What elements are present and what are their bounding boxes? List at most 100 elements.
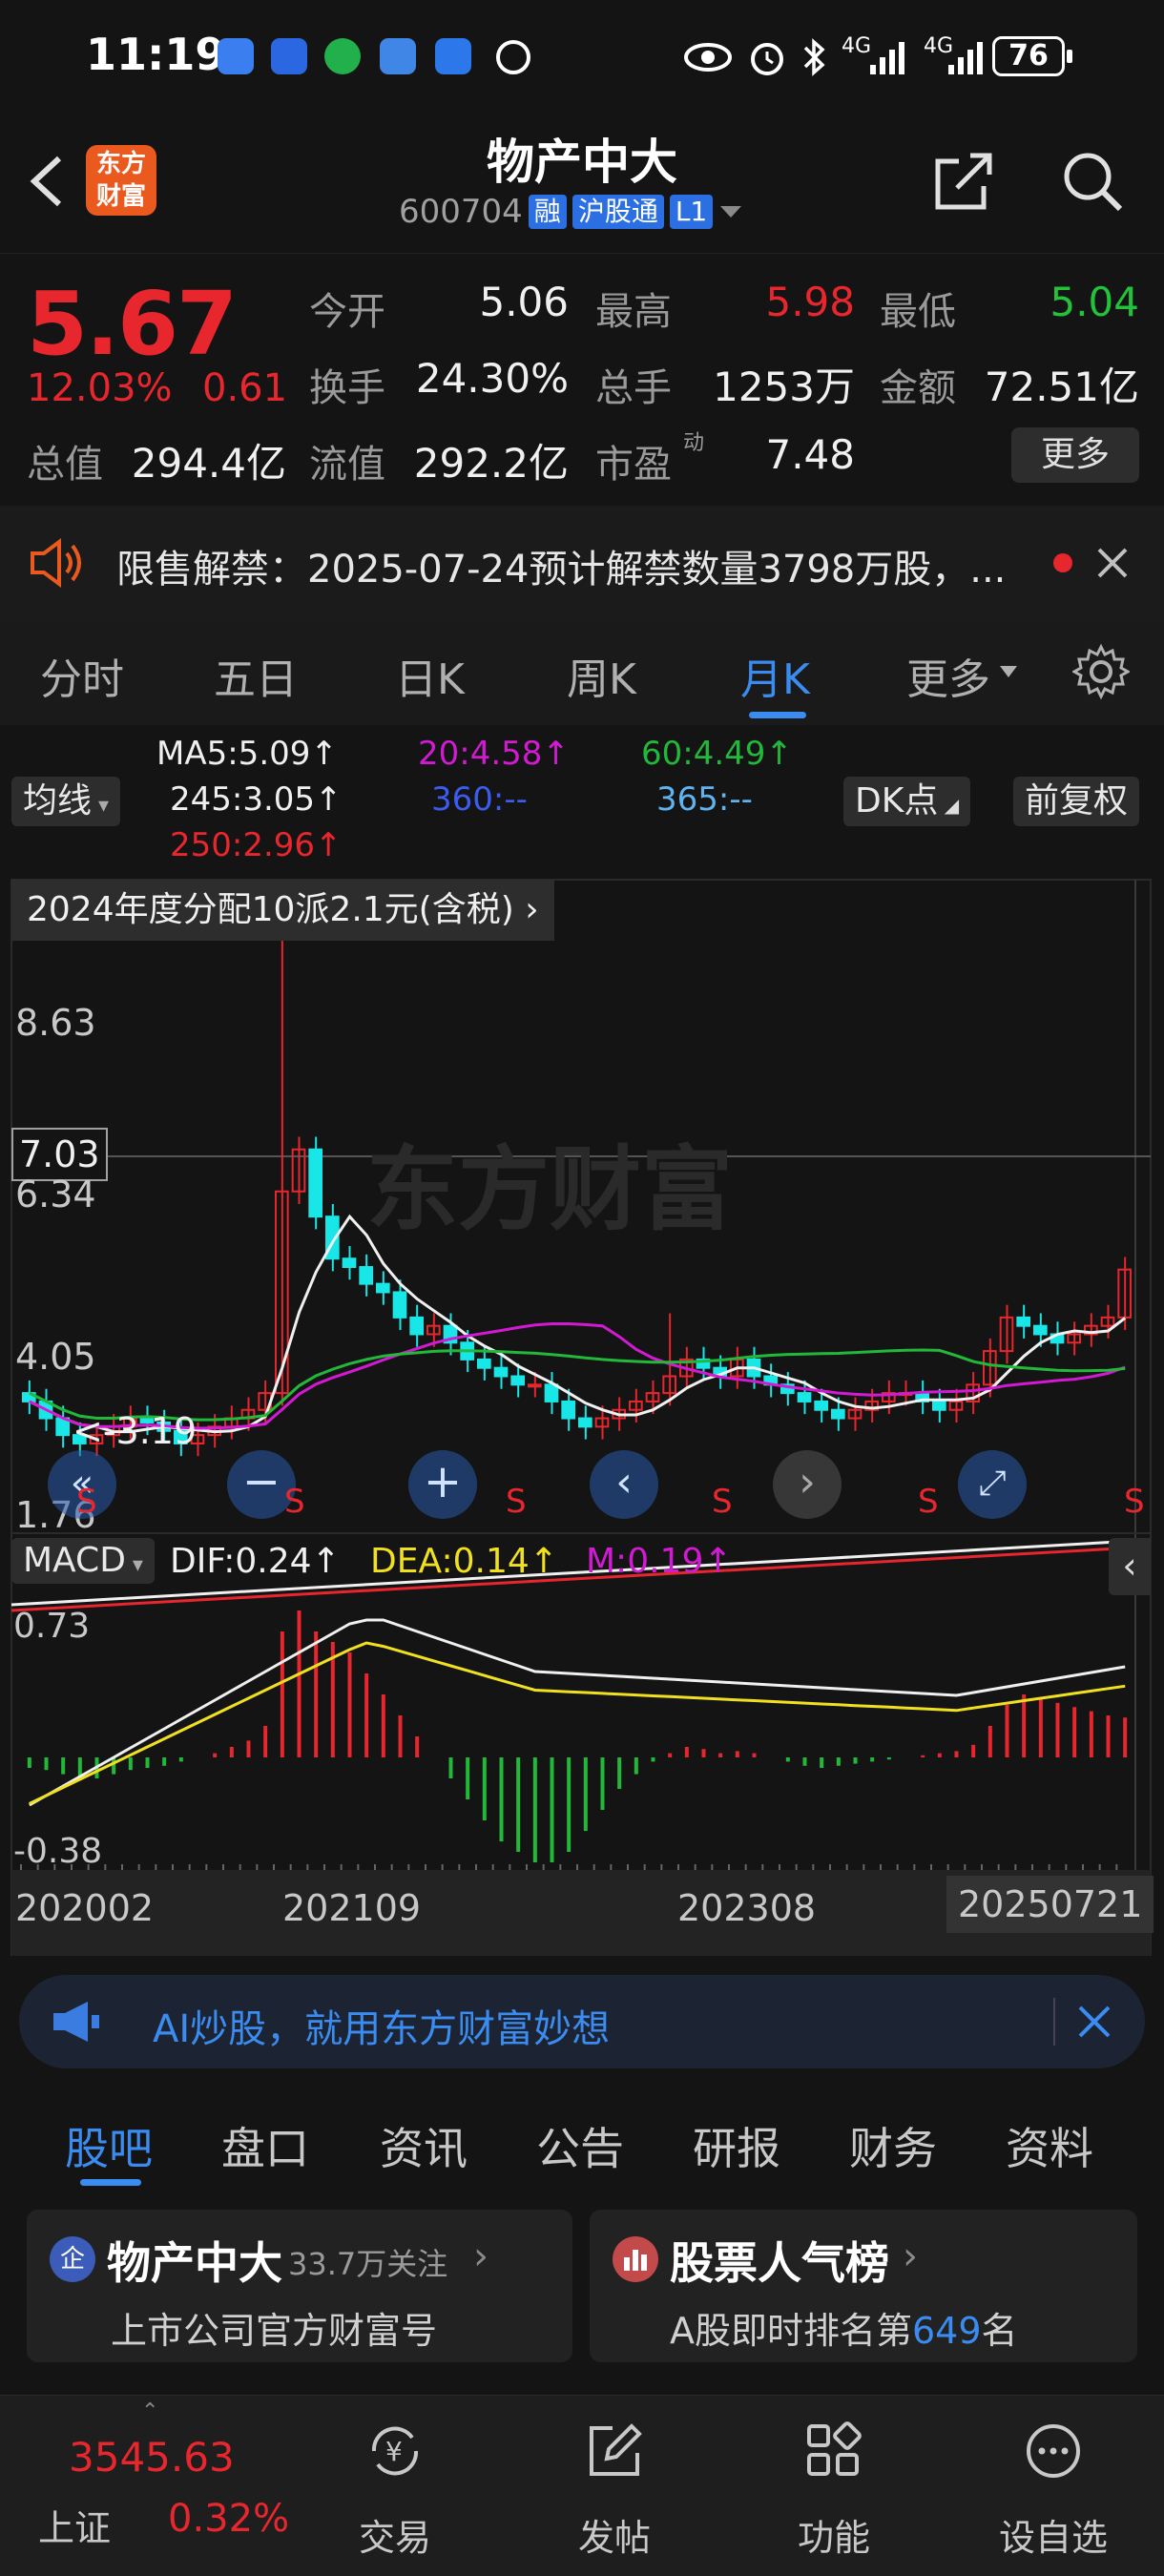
price-tick-3: 6.34 [15, 1174, 96, 1215]
candle-body [1033, 1324, 1048, 1336]
eye-icon [684, 43, 732, 72]
tab-order-book[interactable]: 盘口 [221, 2114, 309, 2177]
x-tick-2: 202109 [282, 1887, 422, 1929]
label-high: 最高 [595, 290, 672, 334]
dividend-note[interactable]: 2024年度分配10派2.1元(含税) › [11, 880, 554, 941]
candle-body [831, 1408, 845, 1420]
tab-daily-k[interactable]: 日K [395, 645, 465, 706]
tab-weekly-k[interactable]: 周K [567, 645, 636, 706]
index-change: 0.32% [168, 2497, 290, 2541]
label-turnover: 换手 [309, 366, 385, 410]
signal-marker: S [76, 1483, 97, 1521]
x-cursor-label: 20250721 [946, 1876, 1154, 1933]
connect-tag: 沪股通 [572, 195, 664, 229]
dif-line [29, 1618, 1126, 1807]
period-tabs: 分时 五日 日K 周K 月K 更多 [0, 620, 1164, 725]
label-open: 今开 [309, 290, 385, 334]
stock-code-row[interactable]: 600704 融 沪股通 L1 [399, 193, 743, 231]
tab-five-day[interactable]: 五日 [214, 645, 298, 706]
follower-count: 33.7万关注 [288, 2246, 448, 2282]
nav-watchlist-settings[interactable]: 设自选 [967, 2396, 1139, 2576]
more-button[interactable]: 更多 [1011, 427, 1139, 483]
enterprise-badge-icon: 企 [50, 2236, 95, 2282]
message-icon [380, 38, 416, 74]
chevron-right-icon: › [473, 2234, 488, 2278]
value-volume: 1253万 [713, 364, 855, 410]
signal-icon [870, 42, 904, 74]
close-icon[interactable] [1093, 544, 1132, 582]
dea-line [29, 1641, 1126, 1805]
ai-banner-text: AI炒股，就用东方财富妙想 [153, 2007, 611, 2051]
alarm-icon [751, 43, 783, 75]
zoom-in-button[interactable]: + [408, 1450, 477, 1519]
tencent-app-icon [271, 38, 307, 74]
network-type-1: 4G [842, 34, 872, 58]
popularity-rank-card[interactable]: 股票人气榜 › A股即时排名第649名 [590, 2210, 1137, 2362]
tab-research[interactable]: 研报 [693, 2114, 780, 2177]
value-open: 5.06 [479, 279, 569, 325]
candle-body [342, 1257, 357, 1269]
notice-bar[interactable]: 限售解禁：2025-07-24预计解禁数量3798万股，... [0, 506, 1164, 620]
nav-trade-label: 交易 [358, 2517, 431, 2559]
tab-financials[interactable]: 财务 [849, 2114, 937, 2177]
macd-select-label: MACD [23, 1541, 126, 1580]
close-icon[interactable] [1076, 2004, 1112, 2040]
pan-left-button[interactable]: ‹ [590, 1450, 658, 1519]
speaker-icon [31, 538, 81, 588]
fullscreen-button[interactable]: ⤢ [958, 1450, 1027, 1519]
tab-more[interactable]: 更多 [906, 645, 990, 706]
candle-body [308, 1148, 323, 1218]
candle-body [544, 1383, 559, 1402]
macd-select[interactable]: MACD ▾ [11, 1538, 155, 1584]
ai-banner[interactable]: AI炒股，就用东方财富妙想 [19, 1975, 1145, 2068]
label-amount: 金额 [880, 366, 956, 410]
tab-forum[interactable]: 股吧 [65, 2114, 153, 2177]
compose-icon [590, 2423, 642, 2476]
signal-marker: S [506, 1483, 527, 1521]
tab-monthly-k[interactable]: 月K [740, 645, 810, 706]
signal-marker: S [284, 1483, 305, 1521]
company-account-card[interactable]: 企 物产中大 33.7万关注 › 上市公司官方财富号 [27, 2210, 572, 2362]
candle-body [561, 1400, 575, 1420]
svg-text:¥: ¥ [385, 2436, 403, 2467]
chevron-down-icon [720, 206, 742, 218]
nav-functions[interactable]: 功能 [748, 2396, 920, 2576]
feishu-icon [435, 38, 471, 74]
macd-lines [29, 1618, 1126, 1807]
unread-dot [1053, 553, 1072, 572]
rank-prefix: A股即时排名第 [670, 2310, 912, 2352]
collapse-panel-button[interactable]: ‹ [1109, 1538, 1151, 1595]
bottom-nav: ⌃ 3545.63 上证 0.32% ¥ 交易 发帖 功能 设自选 [0, 2395, 1164, 2576]
tab-profile[interactable]: 资料 [1006, 2114, 1093, 2177]
search-icon[interactable] [1059, 148, 1126, 215]
candle-body [359, 1266, 374, 1285]
share-icon[interactable] [930, 148, 997, 215]
nav-post[interactable]: 发帖 [529, 2396, 700, 2576]
rank-subtitle: A股即时排名第649名 [670, 2301, 1018, 2354]
chevron-right-icon: › [903, 2234, 918, 2278]
candle-body [528, 1383, 542, 1388]
dea-value: DEA:0.14↑ [370, 1542, 558, 1581]
pan-right-button[interactable]: › [773, 1450, 842, 1519]
wechat-icon [324, 38, 361, 74]
notice-text: 限售解禁：2025-07-24预计解禁数量3798万股，... [116, 548, 1007, 592]
battery-indicator: 76 [992, 36, 1072, 76]
tab-intraday[interactable]: 分时 [40, 645, 124, 706]
signal-marker: S [712, 1483, 733, 1521]
index-ticker[interactable]: ⌃ 3545.63 上证 0.32% [0, 2396, 305, 2576]
megaphone-icon [53, 2002, 99, 2042]
tab-news[interactable]: 资讯 [380, 2114, 468, 2177]
trade-icon: ¥ [371, 2426, 419, 2476]
quote-panel: 5.67 12.03% 0.61 今开 5.06 最高 5.98 最低 5.04… [0, 253, 1164, 501]
current-price: 5.67 [27, 273, 238, 375]
company-subtitle: 上市公司官方财富号 [111, 2310, 438, 2352]
stock-code: 600704 [399, 193, 523, 231]
expand-caret-icon: ⌃ [141, 2399, 159, 2423]
nav-trade[interactable]: ¥ 交易 [309, 2396, 481, 2576]
banner-divider [1053, 1998, 1055, 2046]
settings-gear-icon[interactable] [1072, 643, 1130, 700]
value-pe: 7.48 [765, 431, 855, 478]
value-market-cap: 294.4亿 [131, 440, 286, 487]
tab-announcements[interactable]: 公告 [536, 2114, 624, 2177]
dividend-note-text: 2024年度分配10派2.1元(含税) [27, 890, 514, 929]
